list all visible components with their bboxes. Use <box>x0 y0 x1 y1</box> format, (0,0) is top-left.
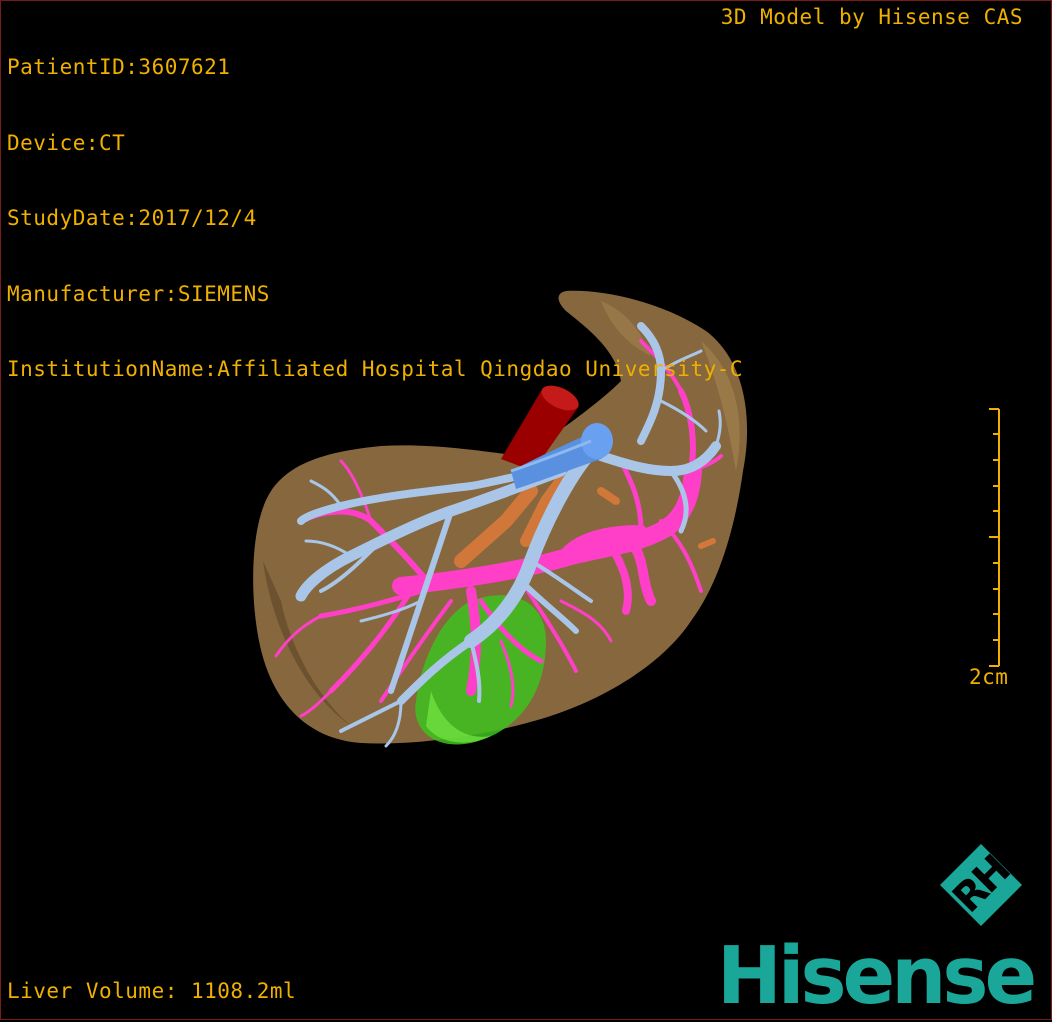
patient-id-text: PatientID:3607621 <box>7 55 231 79</box>
3d-viewport[interactable]: PatientID:3607621 Device:CT StudyDate:20… <box>0 0 1052 1022</box>
model-credit-text: 3D Model by Hisense CAS <box>720 5 1023 29</box>
dicom-info-block: PatientID:3607621 Device:CT StudyDate:20… <box>7 5 743 433</box>
scale-bar-label: 2cm <box>969 665 1009 689</box>
institution-text: InstitutionName:Affiliated Hospital Qing… <box>7 357 744 381</box>
hisense-logo: Hisense <box>717 930 1037 1022</box>
manufacturer-text: Manufacturer:SIEMENS <box>7 281 270 306</box>
scale-bar <box>989 408 1000 667</box>
device-text: Device:CT <box>7 130 126 155</box>
liver-volume-text: Liver Volume: 1108.2ml <box>7 979 297 1003</box>
study-date-text: StudyDate:2017/12/4 <box>7 206 257 230</box>
